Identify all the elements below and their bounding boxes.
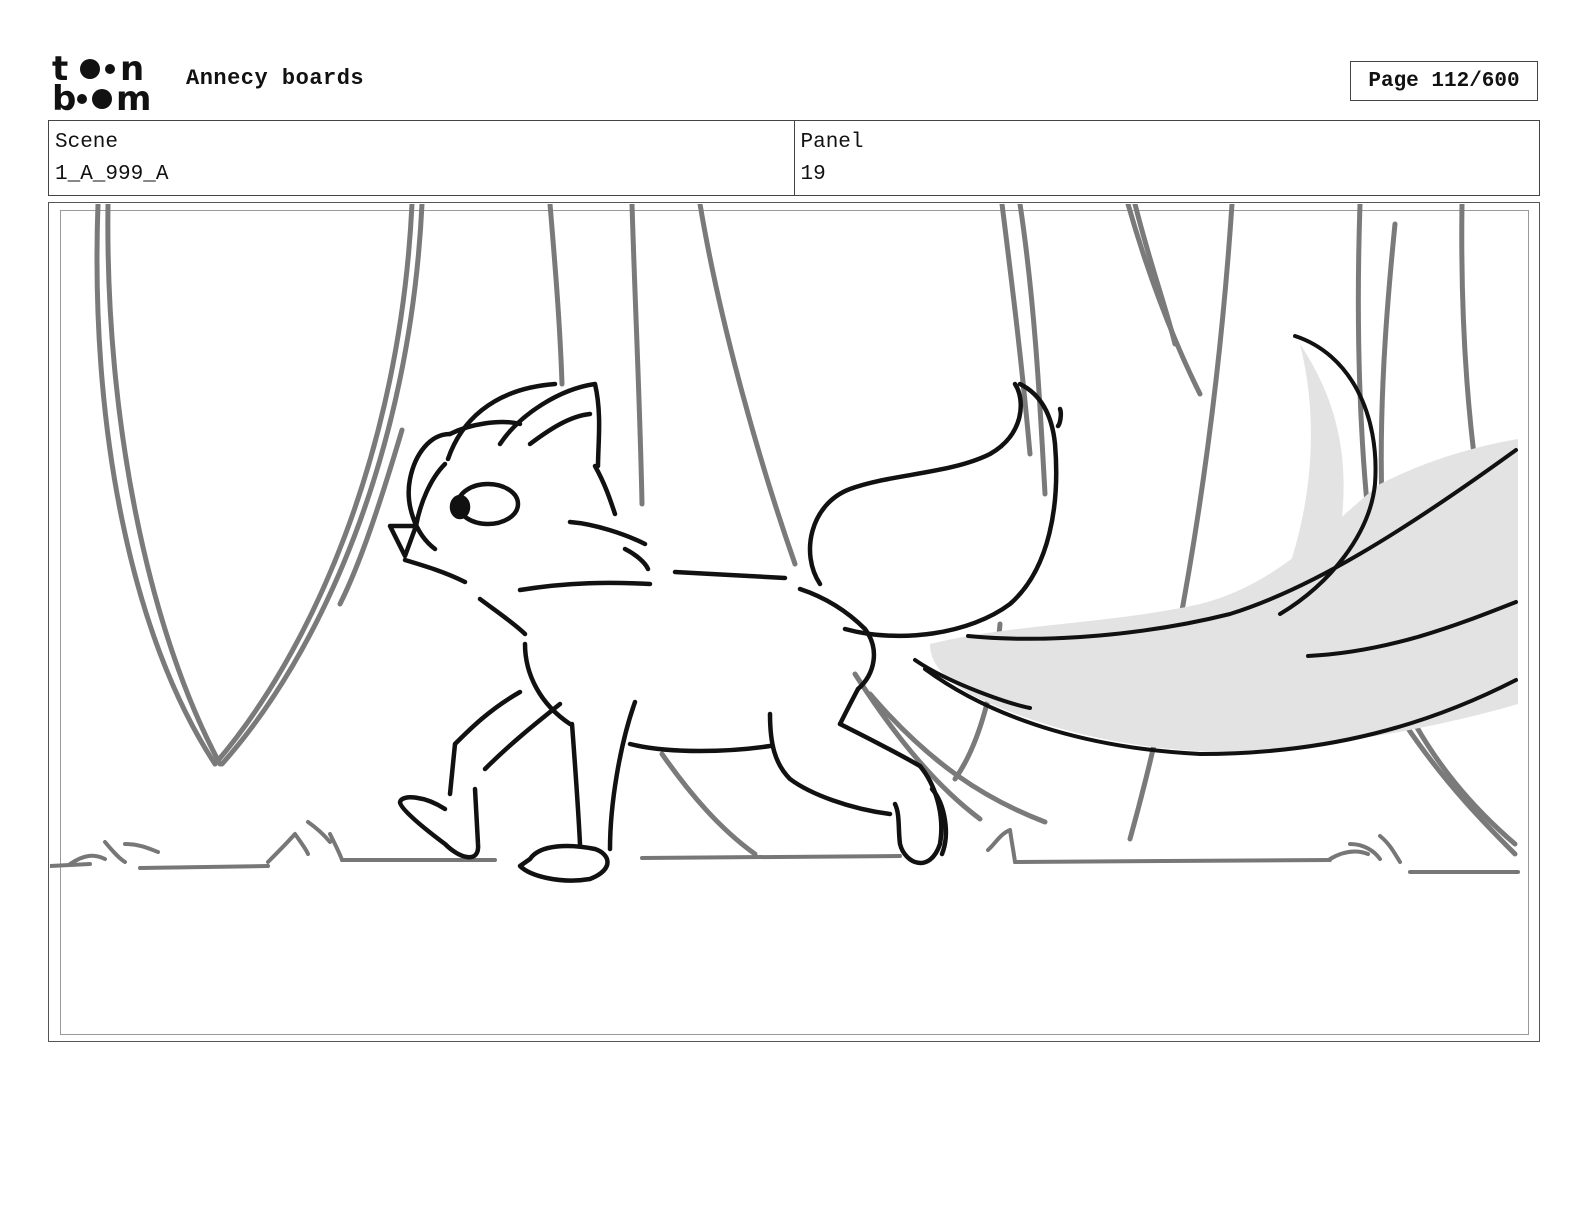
page-number: Page 112/600 <box>1350 61 1538 101</box>
svg-text:m: m <box>116 79 151 114</box>
panel-value: 19 <box>800 163 826 186</box>
scene-cell: Scene 1_A_999_A <box>49 121 794 195</box>
toon-boom-logo: t n b m <box>52 50 151 114</box>
project-title: Annecy boards <box>186 66 365 91</box>
panel-label: Panel <box>800 131 864 154</box>
scene-panel-info: Scene 1_A_999_A Panel 19 <box>48 120 1540 196</box>
svg-text:b: b <box>52 79 76 114</box>
scene-value: 1_A_999_A <box>55 163 169 186</box>
sketch-fox-walking-forest-image <box>50 204 1520 883</box>
panel-cell: Panel 19 <box>793 121 1540 195</box>
scene-label: Scene <box>55 131 119 154</box>
